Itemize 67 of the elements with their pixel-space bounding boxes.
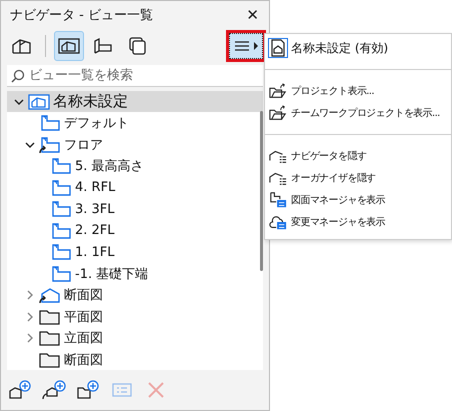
chevron-icon[interactable] — [25, 140, 35, 150]
sheet-list-icon — [268, 190, 288, 210]
tree-item[interactable]: 平面図 — [7, 306, 263, 328]
tree-item[interactable]: 断面図 — [7, 284, 263, 306]
window-title: ナビゲータ - ビュー一覧 — [10, 6, 154, 24]
menu-item[interactable]: プロジェクト表示... — [265, 80, 451, 102]
tree-item-label: フロア — [64, 136, 103, 154]
tree-item-label: 4. RFL — [75, 180, 116, 195]
menu-item[interactable]: 図面マネージャを表示 — [265, 189, 451, 211]
folder-icon — [39, 350, 61, 368]
tree-item[interactable]: 1. 1FL — [7, 241, 263, 263]
menu-item[interactable]: ナビゲータを隠す — [265, 145, 451, 167]
folder-icon — [39, 308, 61, 326]
new-linked-view-icon — [42, 380, 66, 400]
house-frame-icon — [58, 36, 80, 55]
tree-item-label: 2. 2FL — [75, 223, 115, 238]
tree-item[interactable]: 2. 2FL — [7, 220, 263, 242]
new-view-button[interactable] — [7, 379, 33, 402]
tree-item-label: 断面図 — [64, 287, 103, 304]
search-field[interactable]: ビュー一覧を検索 — [7, 64, 263, 87]
tree-item[interactable]: 名称未設定 — [7, 90, 263, 112]
search-icon — [11, 68, 25, 83]
tree-item[interactable]: 立面図 — [7, 327, 263, 349]
view-icon — [50, 178, 72, 196]
tree-item[interactable]: デフォルト — [7, 112, 263, 134]
tree-item-label: -1. 基礎下端 — [75, 266, 148, 282]
view-icon — [50, 222, 72, 240]
menu-item[interactable]: オーガナイザを隠す — [265, 167, 451, 189]
tree-item-label: 1. 1FL — [75, 244, 115, 260]
house-icon — [11, 36, 33, 55]
folder-arrow-icon — [268, 81, 288, 101]
new-folder-button[interactable] — [75, 379, 101, 402]
view-icon — [50, 243, 72, 261]
new-linked-view-button[interactable] — [41, 379, 67, 402]
folder-icon — [39, 329, 61, 347]
menu-item[interactable]: 変更マネージャを表示 — [265, 211, 451, 233]
tree-item[interactable]: 断面図 — [7, 348, 263, 370]
view-icon — [50, 200, 72, 218]
tree-item-label: デフォルト — [64, 115, 129, 132]
tree-item-label: 名称未設定 — [53, 92, 128, 111]
tree-item[interactable]: 5. 最高高さ — [7, 155, 263, 177]
menu-button[interactable] — [229, 32, 263, 59]
tree-item-label: 5. 最高高さ — [75, 158, 144, 175]
menu-item[interactable]: 名称未設定 (有効) — [265, 37, 451, 59]
house-frame-icon — [28, 92, 50, 110]
tree-item-label: 立面図 — [64, 330, 103, 347]
tree-item-label: 平面図 — [64, 308, 103, 326]
layout-sheet-icon — [92, 36, 114, 55]
menu-item[interactable]: チームワークプロジェクトを表示... — [265, 102, 451, 124]
close-button[interactable]: ✕ — [242, 6, 263, 24]
view-icon — [50, 264, 72, 282]
tree-item[interactable]: フロア — [7, 134, 263, 156]
tree-item-label: 断面図 — [64, 352, 103, 368]
new-view-icon — [8, 380, 32, 400]
chevron-icon[interactable] — [14, 96, 24, 106]
tree-item-label: 3. 3FL — [75, 202, 115, 216]
view-icon — [50, 157, 72, 175]
view-mode-tab[interactable] — [54, 30, 84, 61]
view-icon — [39, 114, 61, 132]
linked-folder-icon — [39, 286, 61, 304]
tree-item[interactable]: 4. RFL — [7, 176, 263, 198]
linked-view-icon — [39, 136, 61, 154]
new-folder-icon — [76, 380, 100, 400]
tree-item[interactable]: 3. 3FL — [7, 198, 263, 220]
scrollbar[interactable] — [260, 110, 263, 271]
tree-item[interactable]: -1. 基礎下端 — [7, 262, 263, 284]
folder-arrow-icon — [268, 103, 288, 123]
